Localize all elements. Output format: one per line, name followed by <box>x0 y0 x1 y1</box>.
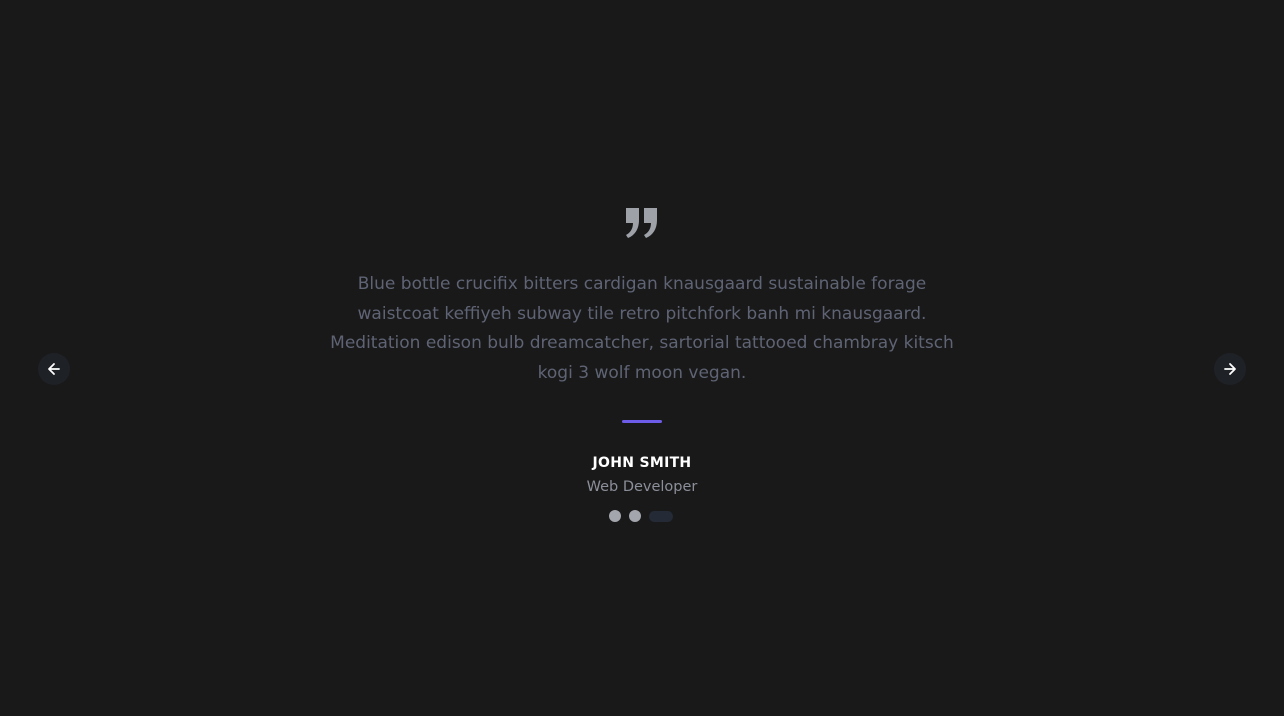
arrow-right-icon <box>1224 363 1236 375</box>
testimonial-slider: Blue bottle crucifix bitters cardigan kn… <box>0 0 1284 716</box>
author-role: Web Developer <box>586 479 698 495</box>
quote-icon <box>626 208 657 238</box>
author-name: JOHN SMITH <box>592 455 692 471</box>
testimonial-quote: Blue bottle crucifix bitters cardigan kn… <box>330 274 954 383</box>
slide-dot-1[interactable] <box>609 510 621 522</box>
next-slide-button[interactable] <box>1214 353 1246 385</box>
slide-dot-2[interactable] <box>629 510 641 522</box>
prev-slide-button[interactable] <box>38 353 70 385</box>
accent-divider <box>622 420 662 423</box>
arrow-left-icon <box>48 363 60 375</box>
slide-indicators <box>609 510 673 522</box>
slide-dot-3[interactable] <box>649 510 673 522</box>
